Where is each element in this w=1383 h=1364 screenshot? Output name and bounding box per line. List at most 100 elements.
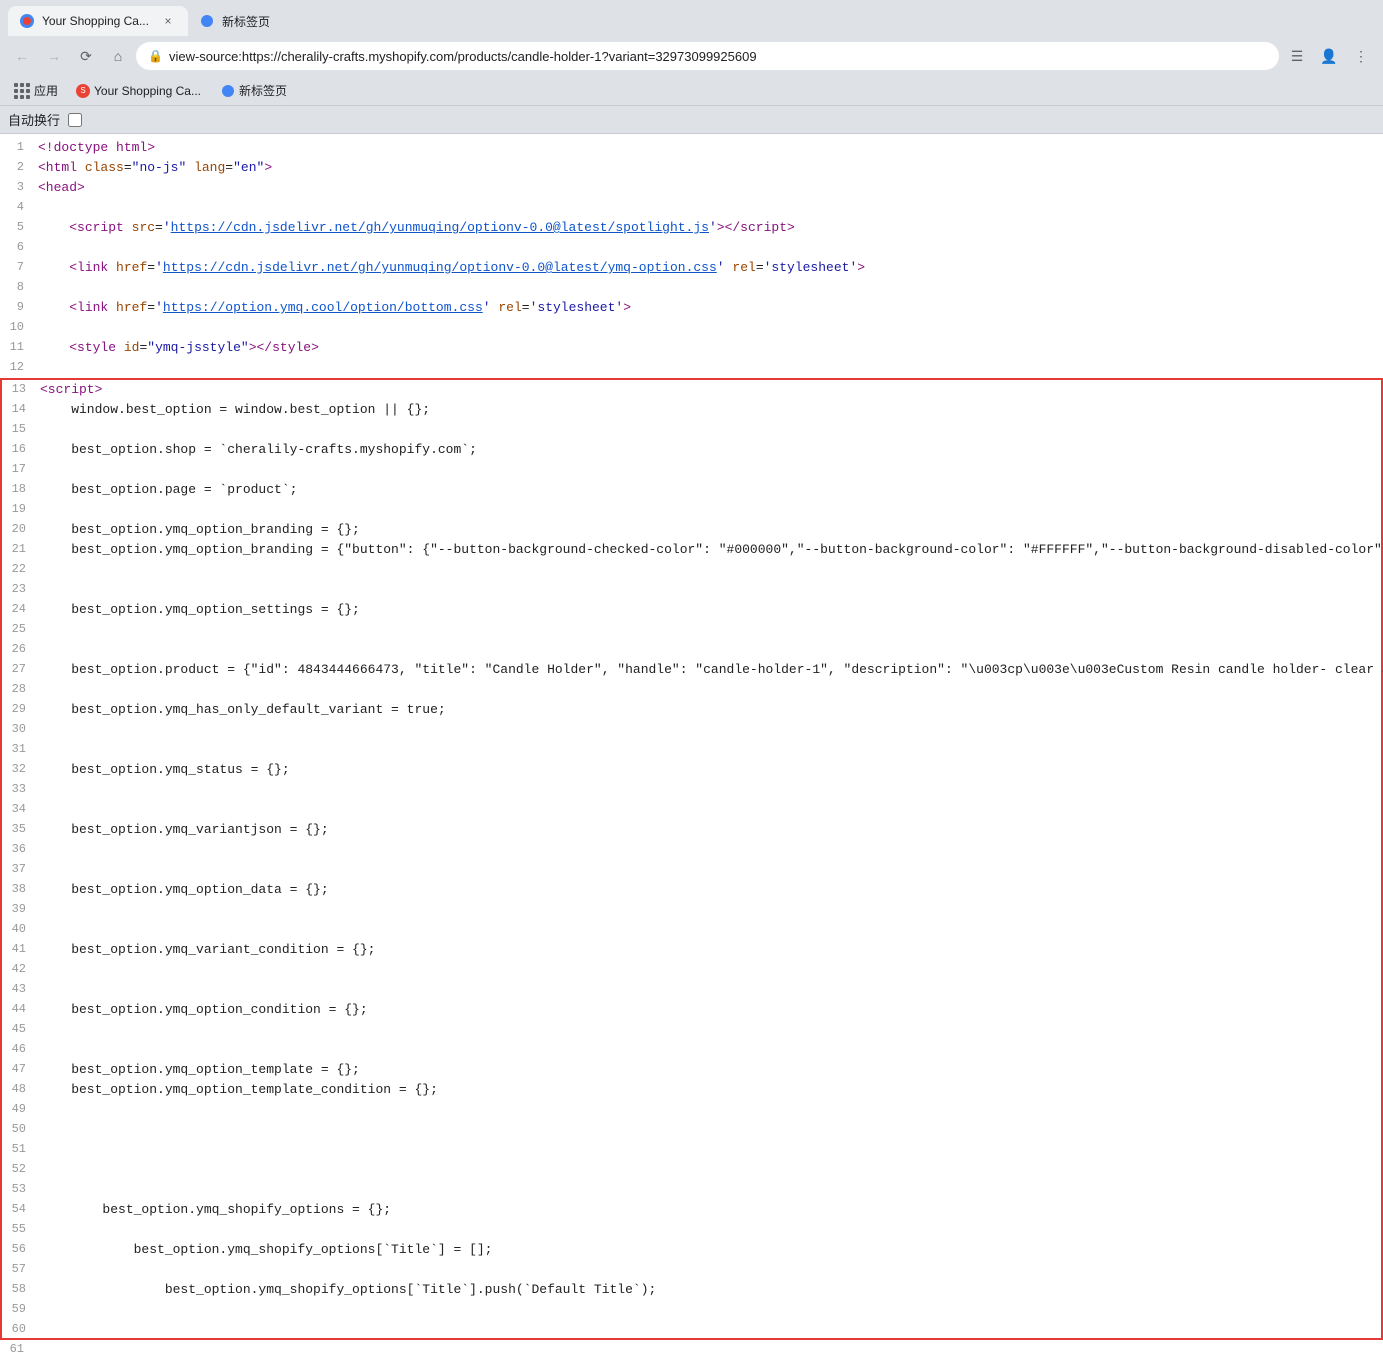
source-line-22: 22 <box>0 560 1383 580</box>
line-content: best_option.ymq_shopify_options[`Title`]… <box>38 1280 1381 1300</box>
line-number: 48 <box>2 1080 38 1098</box>
source-line-23: 23 <box>0 580 1383 600</box>
line-content: <html class="no-js" lang="en"> <box>36 158 1383 178</box>
line-number: 33 <box>2 780 38 798</box>
source-line-31: 31 <box>0 740 1383 760</box>
source-line-29: 29 best_option.ymq_has_only_default_vari… <box>0 700 1383 720</box>
line-number: 13 <box>2 380 38 398</box>
line-content: best_option.ymq_variantjson = {}; <box>38 820 1381 840</box>
forward-button[interactable]: → <box>40 42 68 70</box>
source-line-32: 32 best_option.ymq_status = {}; <box>0 760 1383 780</box>
menu-button[interactable]: ⋮ <box>1347 42 1375 70</box>
line-number: 8 <box>0 278 36 296</box>
line-number: 17 <box>2 460 38 478</box>
apps-button[interactable]: 应用 <box>8 80 64 101</box>
line-number: 26 <box>2 640 38 658</box>
source-line-21: 21 best_option.ymq_option_branding = {"b… <box>0 540 1383 560</box>
source-lines: 1<!doctype html>2<html class="no-js" lan… <box>0 138 1383 1360</box>
line-number: 47 <box>2 1060 38 1078</box>
address-text: view-source:https://cheralily-crafts.mys… <box>169 49 1267 64</box>
line-number: 35 <box>2 820 38 838</box>
source-line-20: 20 best_option.ymq_option_branding = {}; <box>0 520 1383 540</box>
line-content: best_option.ymq_shopify_options = {}; <box>38 1200 1381 1220</box>
source-line-39: 39 <box>0 900 1383 920</box>
source-line-45: 45 <box>0 1020 1383 1040</box>
line-content: best_option.page = `product`; <box>38 480 1381 500</box>
bookmark-favicon-1: S <box>76 84 90 98</box>
source-line-51: 51 <box>0 1140 1383 1160</box>
source-line-38: 38 best_option.ymq_option_data = {}; <box>0 880 1383 900</box>
line-number: 60 <box>2 1320 38 1338</box>
line-content: best_option.ymq_option_branding = {}; <box>38 520 1381 540</box>
source-line-10: 10 <box>0 318 1383 338</box>
source-line-57: 57 <box>0 1260 1383 1280</box>
source-line-55: 55 <box>0 1220 1383 1240</box>
line-number: 18 <box>2 480 38 498</box>
line-number: 61 <box>0 1340 36 1358</box>
line-content: <script> <box>38 380 1381 400</box>
home-button[interactable]: ⌂ <box>104 42 132 70</box>
line-number: 39 <box>2 900 38 918</box>
line-content: best_option.ymq_variant_condition = {}; <box>38 940 1381 960</box>
line-number: 34 <box>2 800 38 818</box>
line-number: 42 <box>2 960 38 978</box>
line-number: 54 <box>2 1200 38 1218</box>
line-number: 57 <box>2 1260 38 1278</box>
line-number: 59 <box>2 1300 38 1318</box>
tab-new[interactable]: 新标签页 <box>188 6 328 36</box>
line-content: best_option.product = {"id": 48434446664… <box>38 660 1383 680</box>
source-line-3: 3<head> <box>0 178 1383 198</box>
reload-button[interactable]: ⟳ <box>72 42 100 70</box>
source-line-58: 58 best_option.ymq_shopify_options[`Titl… <box>0 1280 1383 1300</box>
source-line-15: 15 <box>0 420 1383 440</box>
apps-icon <box>14 83 30 99</box>
line-number: 49 <box>2 1100 38 1118</box>
tab-active[interactable]: Your Shopping Ca... × <box>8 6 188 36</box>
auto-execute-label: 自动换行 <box>8 110 60 129</box>
source-line-33: 33 <box>0 780 1383 800</box>
line-number: 23 <box>2 580 38 598</box>
source-line-46: 46 <box>0 1040 1383 1060</box>
source-line-11: 11 <style id="ymq-jsstyle"></style> <box>0 338 1383 358</box>
address-bar[interactable]: 🔒 view-source:https://cheralily-crafts.m… <box>136 42 1279 70</box>
line-number: 31 <box>2 740 38 758</box>
source-line-24: 24 best_option.ymq_option_settings = {}; <box>0 600 1383 620</box>
source-line-7: 7 <link href='https://cdn.jsdelivr.net/g… <box>0 258 1383 278</box>
source-line-30: 30 <box>0 720 1383 740</box>
address-bar-row: ← → ⟳ ⌂ 🔒 view-source:https://cheralily-… <box>0 36 1383 76</box>
extensions-button[interactable]: ☰ <box>1283 42 1311 70</box>
line-number: 9 <box>0 298 36 316</box>
source-line-56: 56 best_option.ymq_shopify_options[`Titl… <box>0 1240 1383 1260</box>
source-line-50: 50 <box>0 1120 1383 1140</box>
source-line-60: 60 <box>0 1320 1383 1340</box>
line-number: 52 <box>2 1160 38 1178</box>
source-line-8: 8 <box>0 278 1383 298</box>
source-line-26: 26 <box>0 640 1383 660</box>
line-content: <head> <box>36 178 1383 198</box>
source-line-28: 28 <box>0 680 1383 700</box>
bookmark-2-label: 新标签页 <box>239 82 287 99</box>
line-number: 22 <box>2 560 38 578</box>
source-line-47: 47 best_option.ymq_option_template = {}; <box>0 1060 1383 1080</box>
tab-close-button[interactable]: × <box>160 13 176 29</box>
source-line-53: 53 <box>0 1180 1383 1200</box>
source-line-5: 5 <script src='https://cdn.jsdelivr.net/… <box>0 218 1383 238</box>
source-line-9: 9 <link href='https://option.ymq.cool/op… <box>0 298 1383 318</box>
source-line-14: 14 window.best_option = window.best_opti… <box>0 400 1383 420</box>
line-number: 3 <box>0 178 36 196</box>
source-line-40: 40 <box>0 920 1383 940</box>
bookmark-1[interactable]: S Your Shopping Ca... <box>68 79 209 103</box>
line-content: best_option.ymq_shopify_options[`Title`]… <box>38 1240 1381 1260</box>
user-button[interactable]: 👤 <box>1315 42 1343 70</box>
source-line-12: 12 <box>0 358 1383 378</box>
line-number: 5 <box>0 218 36 236</box>
back-button[interactable]: ← <box>8 42 36 70</box>
source-container: 1<!doctype html>2<html class="no-js" lan… <box>0 134 1383 1364</box>
auto-execute-checkbox[interactable] <box>68 113 82 127</box>
line-number: 6 <box>0 238 36 256</box>
source-line-61: 61 <box>0 1340 1383 1360</box>
apps-label: 应用 <box>34 82 58 99</box>
source-line-35: 35 best_option.ymq_variantjson = {}; <box>0 820 1383 840</box>
bookmark-2[interactable]: 新标签页 <box>213 79 295 103</box>
line-content: best_option.ymq_option_template = {}; <box>38 1060 1381 1080</box>
